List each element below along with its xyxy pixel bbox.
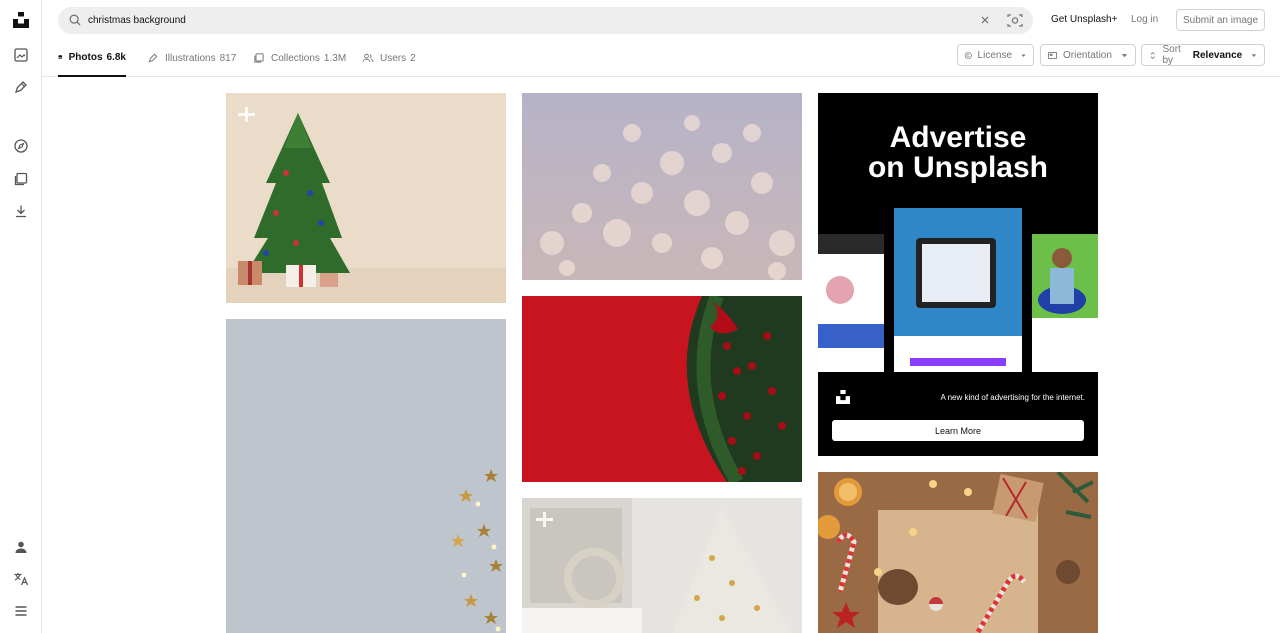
login-link[interactable]: Log in [1131, 14, 1158, 25]
photo-white-tree[interactable] [522, 498, 802, 633]
tab-photos-count: 6.8k [106, 51, 126, 63]
submit-image-button[interactable]: Submit an image [1176, 9, 1265, 31]
sort-filter[interactable]: Sort by Relevance [1141, 44, 1265, 66]
photo-icon [58, 55, 63, 59]
chevron-down-icon [1121, 53, 1128, 57]
search-bar [58, 7, 1033, 34]
photo-christmas-tree[interactable] [226, 93, 506, 303]
sort-value-label: Relevance [1192, 49, 1243, 61]
tab-illustrations-label: Illustrations [165, 52, 216, 64]
ad-collage [818, 208, 1098, 372]
tab-photos[interactable]: Photos 6.8k [58, 39, 126, 77]
license-filter-label: License [977, 49, 1013, 61]
collections-icon [254, 53, 264, 63]
license-filter[interactable]: License [957, 44, 1034, 66]
pen-icon[interactable] [8, 74, 34, 100]
image-icon[interactable] [8, 42, 34, 68]
user-icon[interactable] [8, 534, 34, 560]
tab-collections-count: 1.3M [323, 52, 347, 64]
ad-tagline: A new kind of advertising for the intern… [940, 393, 1085, 402]
unsplash-logo-icon [836, 390, 850, 404]
photo-christmas-flatlay[interactable] [818, 472, 1098, 633]
photo-grey-stars[interactable] [226, 319, 506, 633]
tab-collections-label: Collections [271, 52, 320, 64]
translate-icon[interactable] [8, 566, 34, 592]
tab-photos-label: Photos [68, 51, 103, 63]
ad-title: Advertise on Unsplash [818, 123, 1098, 183]
unsplash-logo-icon[interactable] [8, 7, 34, 33]
download-icon[interactable] [8, 198, 34, 224]
orientation-filter[interactable]: Orientation [1040, 44, 1136, 66]
tab-illustrations-count: 817 [219, 52, 237, 64]
tab-users[interactable]: Users 2 [362, 39, 416, 77]
clear-search-icon[interactable] [978, 13, 992, 27]
tab-users-count: 2 [410, 52, 416, 64]
tab-illustrations[interactable]: Illustrations 817 [147, 39, 236, 77]
search-tabs-bar: Photos 6.8k Illustrations 817 Collection… [42, 39, 1280, 77]
ad-title-line-2: on Unsplash [867, 151, 1048, 184]
chevron-down-icon [1251, 53, 1257, 57]
pen-icon [148, 53, 158, 63]
compass-icon[interactable] [8, 133, 34, 159]
license-icon [964, 51, 972, 59]
sidebar [0, 0, 42, 633]
learn-more-button[interactable]: Learn More [832, 420, 1084, 441]
collections-icon[interactable] [8, 166, 34, 192]
search-icon[interactable] [68, 13, 82, 27]
orientation-icon [1047, 51, 1058, 59]
photo-bokeh-lights[interactable] [522, 93, 802, 280]
get-unsplash-plus-link[interactable]: Get Unsplash+ [1051, 14, 1117, 25]
advertisement[interactable]: Advertise on Unsplash A new kind of adve… [818, 93, 1098, 456]
photo-red-wreath[interactable] [522, 296, 802, 482]
visual-search-icon[interactable] [1006, 12, 1024, 29]
sort-prefix-label: Sort by [1162, 44, 1181, 66]
orientation-filter-label: Orientation [1063, 49, 1112, 61]
search-input[interactable] [88, 7, 968, 34]
chevron-down-icon [1021, 53, 1026, 57]
users-icon [362, 53, 374, 63]
tab-users-label: Users [380, 52, 407, 64]
tab-collections[interactable]: Collections 1.3M [253, 39, 346, 77]
sort-icon [1150, 51, 1155, 59]
ad-title-line-1: Advertise [889, 121, 1027, 154]
menu-icon[interactable] [8, 598, 34, 624]
